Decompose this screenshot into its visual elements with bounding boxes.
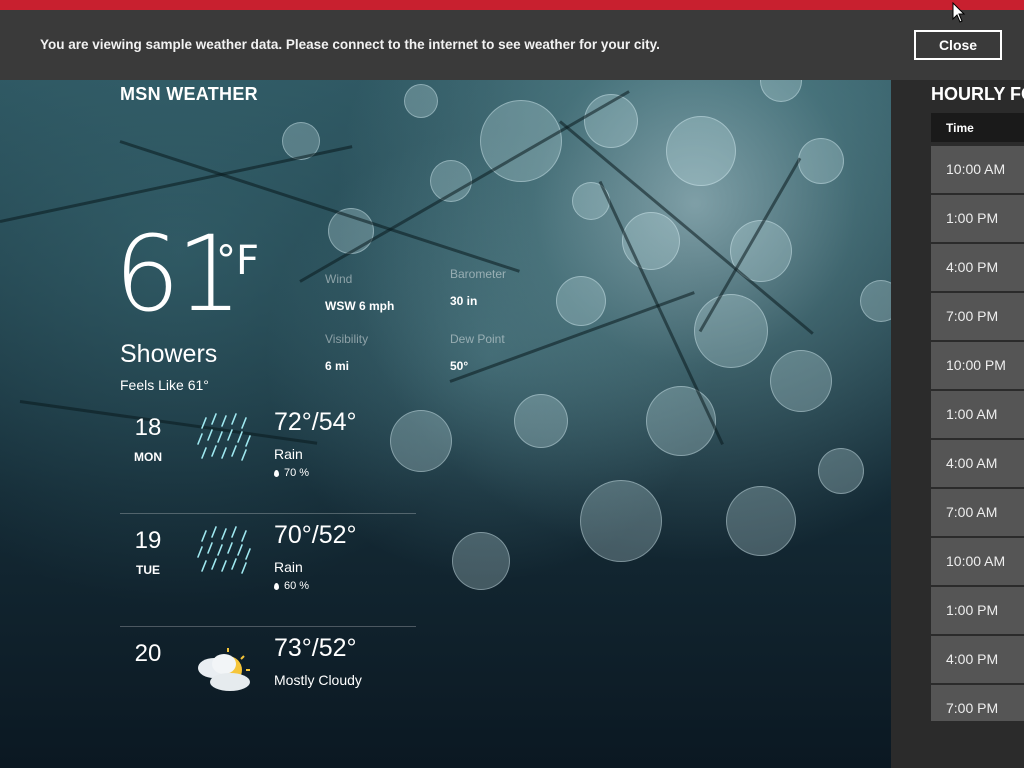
partly-cloudy-icon [198,648,250,691]
sample-data-notice: You are viewing sample weather data. Ple… [0,10,1024,80]
hourly-time: 1:00 AM [946,406,998,422]
hourly-row[interactable]: 10:00 AM [931,538,1024,585]
weekday: MON [134,450,162,464]
hourly-time: 1:00 PM [946,210,999,226]
temperature-unit: °F [216,238,260,284]
wind-value: WSW 6 mph [325,299,395,313]
hourly-row[interactable]: 4:00 AM [931,440,1024,487]
bokeh-light [726,486,796,556]
hourly-table-header: Time [931,113,1024,142]
day-number: 19 [134,527,162,554]
day-condition: Rain [274,559,303,575]
hourly-forecast-title: HOURLY FO [931,84,1024,104]
bokeh-light [760,80,802,102]
precipitation: 70 % [274,467,309,479]
hourly-row[interactable]: 7:00 PM [931,293,1024,340]
notice-message: You are viewing sample weather data. Ple… [40,37,660,52]
bokeh-light [798,138,844,184]
day-temperatures: 70°/52° [274,521,357,549]
bokeh-light [770,350,832,412]
hourly-row[interactable]: 7:00 AM [931,489,1024,536]
feels-like: Feels Like 61° [120,377,209,393]
hourly-row[interactable]: 4:00 PM [931,636,1024,683]
close-button[interactable]: Close [914,30,1002,60]
hourly-time: 7:00 PM [946,308,999,324]
weekday: TUE [136,563,160,577]
day-number: 18 [134,414,162,441]
hourly-row[interactable]: 7:00 PM [931,685,1024,721]
bokeh-light [646,386,716,456]
bokeh-light [818,448,864,494]
hourly-time: 1:00 PM [946,602,999,618]
day-temperatures: 72°/54° [274,408,357,436]
hourly-time: 7:00 PM [946,700,999,716]
hourly-row[interactable]: 10:00 PM [931,342,1024,389]
raindrop-icon [274,582,279,590]
hourly-time: 10:00 PM [946,357,1006,373]
visibility-label: Visibility [325,332,369,346]
precipitation-value: 60 % [284,580,310,592]
bokeh-light [556,276,606,326]
app-title: MSN WEATHER [120,84,258,104]
bokeh-light [404,84,438,118]
hourly-row[interactable]: 1:00 PM [931,587,1024,634]
raindrop-icon [274,469,279,477]
bokeh-light [514,394,568,448]
tree-branch [0,145,353,223]
visibility-value: 6 mi [325,359,350,373]
dew-point-label: Dew Point [450,332,505,346]
day-temperatures: 73°/52° [274,634,357,662]
hourly-row[interactable]: 10:00 AM [931,146,1024,193]
accent-bar [0,0,1024,10]
dew-point-value: 50° [450,359,469,373]
precipitation-value: 70 % [284,467,310,479]
hourly-row[interactable]: 1:00 AM [931,391,1024,438]
mouse-cursor-icon [952,2,966,23]
day-condition: Mostly Cloudy [274,672,362,688]
bokeh-light [666,116,736,186]
day-number: 20 [134,640,162,667]
bokeh-light [694,294,768,368]
forecast-day[interactable]: 20 73°/52° Mostly Cloudy [120,626,416,739]
barometer-label: Barometer [450,267,507,281]
forecast-day[interactable]: 18 MON 72°/54° Rain 70 % [120,400,416,514]
precipitation: 60 % [274,580,309,592]
time-column-header: Time [946,121,974,135]
rain-icon [197,413,251,461]
rain-icon [197,526,251,574]
hourly-time: 4:00 AM [946,455,998,471]
hourly-row[interactable]: 1:00 PM [931,195,1024,242]
barometer-value: 30 in [450,294,478,308]
bokeh-light [622,212,680,270]
hourly-time: 10:00 AM [946,553,1006,569]
day-condition: Rain [274,446,303,462]
hourly-row[interactable]: 4:00 PM [931,244,1024,291]
hourly-time: 4:00 PM [946,259,999,275]
bokeh-light [452,532,510,590]
wind-label: Wind [325,272,353,286]
bokeh-light [580,480,662,562]
hourly-time: 4:00 PM [946,651,999,667]
current-condition: Showers [120,340,218,368]
hourly-time: 7:00 AM [946,504,998,520]
hourly-time: 10:00 AM [946,161,1006,177]
bokeh-light [860,280,891,322]
forecast-day[interactable]: 19 TUE 70°/52° Rain 60 % [120,513,416,627]
